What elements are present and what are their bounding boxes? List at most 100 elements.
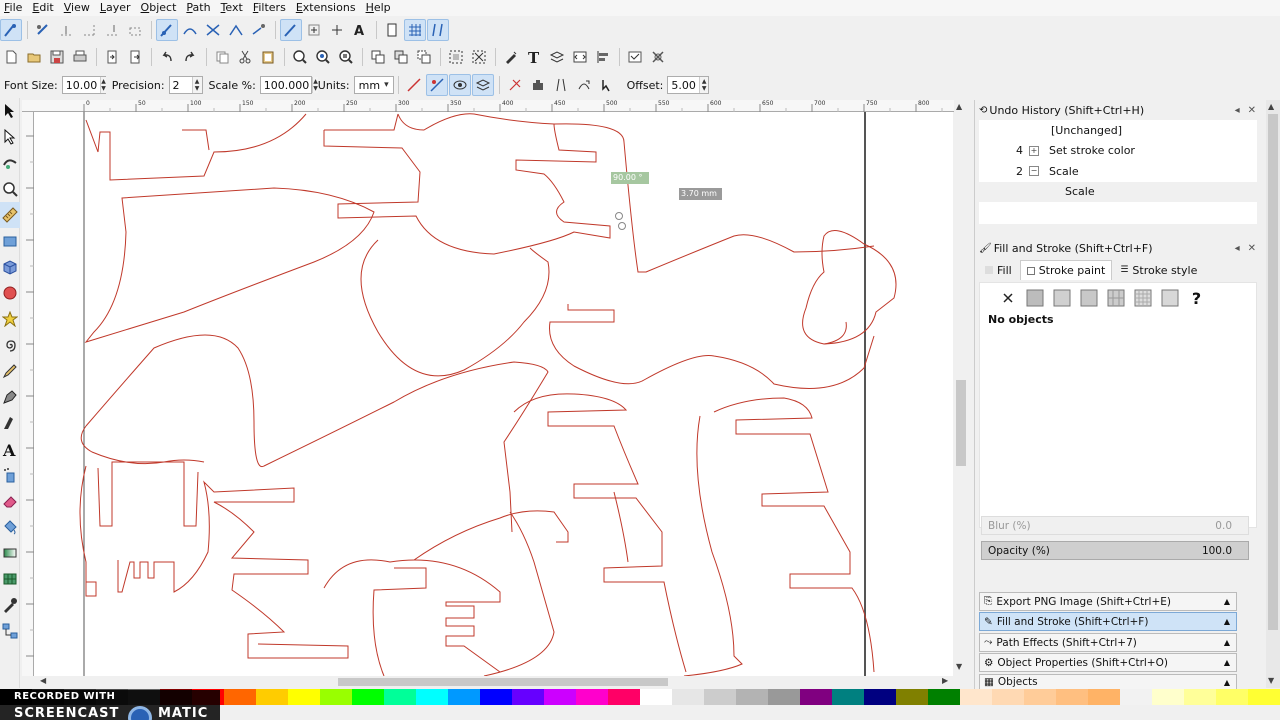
palette-swatch[interactable] [1152, 689, 1184, 705]
palette-swatch[interactable] [960, 689, 992, 705]
snap-bbox-edges-icon[interactable] [55, 19, 77, 41]
open-document-icon[interactable] [23, 46, 45, 68]
snap-toggle-button[interactable] [0, 19, 22, 41]
paint-bucket-tool-icon[interactable] [0, 514, 20, 540]
measure-all-layers-button[interactable] [471, 74, 494, 96]
palette-swatch[interactable] [544, 689, 576, 705]
calligraphy-tool-icon[interactable] [0, 410, 20, 436]
tweak-tool-icon[interactable] [0, 150, 20, 176]
palette-swatch[interactable] [928, 689, 960, 705]
palette-swatch[interactable] [1056, 689, 1088, 705]
snap-intersections-icon[interactable] [202, 19, 224, 41]
palette-swatch[interactable] [224, 689, 256, 705]
snap-rotation-center-icon[interactable] [326, 19, 348, 41]
palette-swatch[interactable] [1248, 689, 1280, 705]
menu-help[interactable]: Help [362, 0, 397, 16]
palette-swatch[interactable] [704, 689, 736, 705]
palette-swatch[interactable] [1216, 689, 1248, 705]
snap-bbox-corners-icon[interactable] [78, 19, 100, 41]
export-icon[interactable] [124, 46, 146, 68]
panel-iconify-icon[interactable]: ◂ [1235, 105, 1240, 116]
zoom-page-icon[interactable] [335, 46, 357, 68]
scale-value[interactable]: 100.000 [261, 79, 313, 92]
palette-swatch[interactable] [768, 689, 800, 705]
eraser-tool-icon[interactable] [0, 488, 20, 514]
font-size-value[interactable]: 10.00 [63, 79, 101, 92]
ungroup-icon[interactable] [468, 46, 490, 68]
redo-icon[interactable] [179, 46, 201, 68]
menu-layer[interactable]: Layer [96, 0, 137, 16]
scroll-down-icon[interactable]: ▼ [1268, 676, 1274, 685]
snap-cusp-icon[interactable] [225, 19, 247, 41]
font-size-spinner[interactable]: 10.00 ▲ ▼ [61, 76, 106, 94]
palette-swatch[interactable] [672, 689, 704, 705]
duplicate-icon[interactable] [367, 46, 389, 68]
palette-swatch[interactable] [800, 689, 832, 705]
menu-view[interactable]: View [60, 0, 96, 16]
vertical-scroll-thumb[interactable] [956, 380, 966, 466]
node-tool-icon[interactable] [0, 124, 20, 150]
layers-dialog-icon[interactable] [546, 46, 568, 68]
panel-close-icon[interactable]: ✕ [1248, 243, 1256, 254]
snap-paths-icon[interactable] [179, 19, 201, 41]
palette-swatch[interactable] [256, 689, 288, 705]
palette-swatch[interactable] [1024, 689, 1056, 705]
pencil-tool-icon[interactable] [0, 358, 20, 384]
mesh-gradient-icon[interactable] [1106, 289, 1125, 308]
units-select[interactable]: mm ▾ [353, 76, 394, 94]
palette-swatch[interactable] [384, 689, 416, 705]
horizontal-ruler[interactable]: 0 50 100 150 200 250 300 350 400 450 500… [22, 100, 954, 112]
palette-swatch[interactable] [448, 689, 480, 705]
save-document-icon[interactable] [46, 46, 68, 68]
zoom-drawing-icon[interactable] [312, 46, 334, 68]
opacity-value[interactable]: 100.0 [1202, 545, 1232, 557]
history-row-set-stroke[interactable]: 4 + Set stroke color [979, 141, 1257, 162]
palette-swatch[interactable] [1120, 689, 1152, 705]
vertical-scrollbar[interactable]: ▲ ▼ [954, 100, 968, 676]
scale-spinner[interactable]: 100.000 ▲ ▼ [259, 76, 318, 94]
palette-swatch[interactable] [640, 689, 672, 705]
precision-spinner[interactable]: 2 ▲ ▼ [168, 76, 203, 94]
measure-show-hidden-button[interactable] [448, 74, 471, 96]
paste-icon[interactable] [257, 46, 279, 68]
preferences-icon[interactable] [624, 46, 646, 68]
palette-swatch[interactable] [352, 689, 384, 705]
palette-swatch[interactable] [320, 689, 352, 705]
group-icon[interactable] [445, 46, 467, 68]
3d-box-tool-icon[interactable] [0, 254, 20, 280]
snap-nodes-button[interactable] [156, 19, 178, 41]
object-properties-panel-header[interactable]: ⚙ Object Properties (Shift+Ctrl+O) ▲ [979, 653, 1237, 672]
palette-swatch[interactable] [1184, 689, 1216, 705]
palette-swatch[interactable] [512, 689, 544, 705]
snap-page-border-icon[interactable] [381, 19, 403, 41]
cut-icon[interactable] [234, 46, 256, 68]
dropper-tool-icon[interactable] [0, 592, 20, 618]
swatch-icon[interactable] [1160, 289, 1179, 308]
menu-file[interactable]: File [0, 0, 28, 16]
xml-editor-icon[interactable] [569, 46, 591, 68]
ellipse-tool-icon[interactable] [0, 280, 20, 306]
pattern-icon[interactable] [1133, 289, 1152, 308]
snap-midpoints-icon[interactable] [101, 19, 123, 41]
palette-swatch[interactable] [992, 689, 1024, 705]
offset-spinner[interactable]: 5.00 ▲ ▼ [667, 76, 710, 94]
snap-text-baseline-icon[interactable]: A [349, 19, 371, 41]
zoom-selection-icon[interactable] [289, 46, 311, 68]
snap-guides-button[interactable] [427, 19, 449, 41]
measure-phantom-icon[interactable] [527, 74, 549, 96]
document-properties-icon[interactable] [647, 46, 669, 68]
palette-swatch[interactable] [864, 689, 896, 705]
path-effects-panel-header[interactable]: ⤳ Path Effects (Shift+Ctrl+7) ▲ [979, 633, 1237, 652]
radial-gradient-icon[interactable] [1079, 289, 1098, 308]
undo-icon[interactable] [156, 46, 178, 68]
menu-path[interactable]: Path [182, 0, 216, 16]
spiral-tool-icon[interactable] [0, 332, 20, 358]
palette-swatch[interactable] [288, 689, 320, 705]
measure-to-item-icon[interactable] [573, 74, 595, 96]
palette-swatch[interactable] [896, 689, 928, 705]
font-size-arrows-icon[interactable]: ▲ ▼ [100, 77, 106, 93]
snap-object-center-icon[interactable] [303, 19, 325, 41]
clone-icon[interactable] [390, 46, 412, 68]
panel-close-icon[interactable]: ✕ [1248, 105, 1256, 116]
rectangle-tool-icon[interactable] [0, 228, 20, 254]
